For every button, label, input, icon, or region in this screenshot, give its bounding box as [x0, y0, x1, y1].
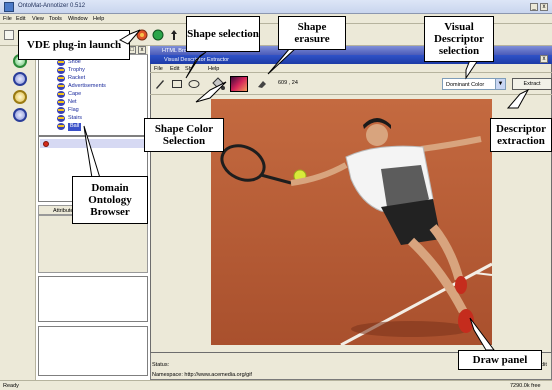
callout-domain-ontology-browser: Domain Ontology Browser [72, 176, 148, 224]
callout-shape-erasure: Shape erasure [278, 16, 346, 50]
callout-draw-panel: Draw panel [458, 350, 542, 370]
app-status-bar: Ready 7290.0k free [0, 380, 552, 390]
callout-shape-color-selection: Shape Color Selection [144, 118, 224, 152]
status-ready: Ready [3, 383, 19, 389]
callout-visual-descriptor-selection: Visual Descriptor selection [424, 16, 494, 62]
callout-shape-selection: Shape selection [186, 16, 260, 52]
status-memory: 7290.0k free [510, 383, 541, 389]
callout-descriptor-extraction: Descriptor extraction [490, 118, 552, 152]
